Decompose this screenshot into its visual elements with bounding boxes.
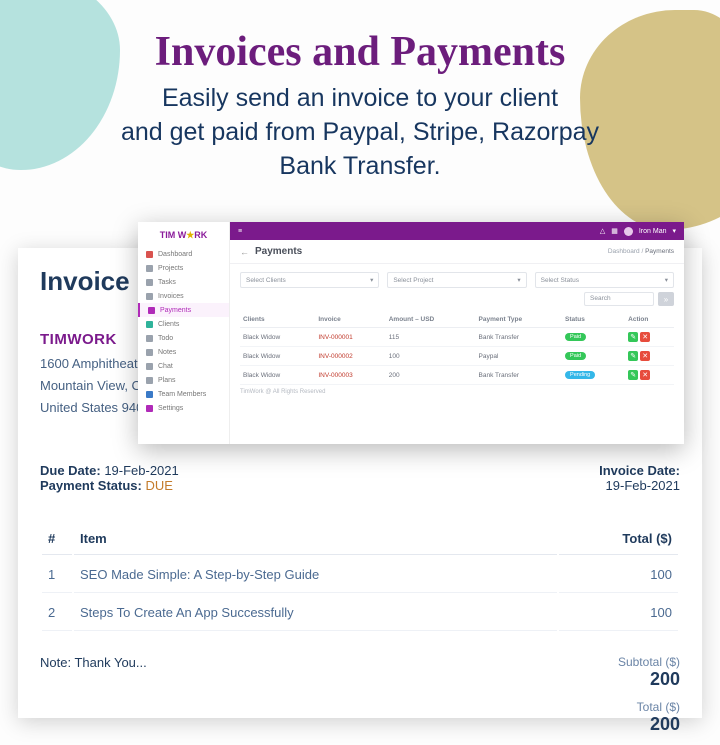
hero-subtitle: Easily send an invoice to your client an… [0, 82, 720, 183]
delete-button[interactable]: ✕ [640, 332, 650, 342]
status-badge: Pending [565, 371, 595, 379]
sidebar-item-tasks[interactable]: Tasks [138, 275, 229, 289]
status-badge: Paid [565, 352, 586, 360]
chevron-down-icon: ▾ [517, 276, 520, 284]
sidebar-item-notes[interactable]: Notes [138, 345, 229, 359]
avatar[interactable] [624, 227, 633, 236]
sidebar-item-chat[interactable]: Chat [138, 359, 229, 373]
breadcrumb: Dashboard / Payments [608, 248, 674, 255]
back-button[interactable]: ← [240, 247, 249, 257]
invoice-totals: Subtotal ($) 200 Total ($) 200 [618, 655, 680, 745]
menu-icon[interactable]: ≡ [238, 228, 242, 235]
sidebar-item-team[interactable]: Team Members [138, 387, 229, 401]
dashboard-window: TIM W★RK Dashboard Projects Tasks Invoic… [138, 222, 684, 444]
invoice-link[interactable]: INV-000002 [315, 347, 385, 366]
sidebar-item-invoices[interactable]: Invoices [138, 289, 229, 303]
table-row: 2Steps To Create An App Successfully100 [42, 595, 678, 631]
delete-button[interactable]: ✕ [640, 370, 650, 380]
page-title: Payments [255, 246, 302, 257]
edit-button[interactable]: ✎ [628, 351, 638, 361]
invoice-note: Note: Thank You... [40, 655, 147, 745]
col-action[interactable]: Action [625, 312, 674, 328]
col-type[interactable]: Payment Type [476, 312, 562, 328]
payments-table: Clients Invoice Amount – USD Payment Typ… [240, 312, 674, 385]
sidebar: TIM W★RK Dashboard Projects Tasks Invoic… [138, 222, 230, 444]
bell-icon[interactable]: △ [600, 227, 605, 235]
edit-button[interactable]: ✎ [628, 370, 638, 380]
invoice-link[interactable]: INV-000003 [315, 366, 385, 385]
user-name[interactable]: Iron Man [639, 228, 667, 235]
grid-icon[interactable]: ▦ [611, 227, 618, 235]
footer: TimWork @ All Rights Reserved [230, 385, 684, 399]
col-clients[interactable]: Clients [240, 312, 315, 328]
chevron-down-icon: ▾ [370, 276, 373, 284]
col-amount[interactable]: Amount – USD [386, 312, 476, 328]
search-input[interactable]: Search [584, 292, 654, 306]
logo: TIM W★RK [138, 228, 229, 247]
table-row: Black WidowINV-000002100PaypalPaid✎✕ [240, 347, 674, 366]
sidebar-item-clients[interactable]: Clients [138, 317, 229, 331]
status-badge: Paid [565, 333, 586, 341]
col-status[interactable]: Status [562, 312, 625, 328]
sidebar-menu: Dashboard Projects Tasks Invoices Paymen… [138, 247, 229, 415]
search-button[interactable]: » [658, 292, 674, 306]
sidebar-item-settings[interactable]: Settings [138, 401, 229, 415]
hero-title: Invoices and Payments [0, 0, 720, 76]
invoice-date: Invoice Date:19-Feb-2021 [599, 463, 680, 493]
edit-button[interactable]: ✎ [628, 332, 638, 342]
sidebar-item-plans[interactable]: Plans [138, 373, 229, 387]
col-invoice[interactable]: Invoice [315, 312, 385, 328]
invoice-heading: Invoice [40, 266, 130, 297]
select-clients[interactable]: Select Clients▾ [240, 272, 379, 288]
topbar: ≡ △ ▦ Iron Man ▾ [230, 222, 684, 240]
table-row: Black WidowINV-000001115Bank TransferPai… [240, 328, 674, 347]
delete-button[interactable]: ✕ [640, 351, 650, 361]
invoice-link[interactable]: INV-000001 [315, 328, 385, 347]
select-status[interactable]: Select Status▾ [535, 272, 674, 288]
table-row: 1SEO Made Simple: A Step-by-Step Guide10… [42, 557, 678, 593]
sidebar-item-dashboard[interactable]: Dashboard [138, 247, 229, 261]
sidebar-item-projects[interactable]: Projects [138, 261, 229, 275]
chevron-down-icon[interactable]: ▾ [672, 227, 676, 235]
sidebar-item-todo[interactable]: Todo [138, 331, 229, 345]
sidebar-item-payments[interactable]: Payments [138, 303, 229, 317]
chevron-down-icon: ▾ [665, 276, 668, 284]
due-date: Due Date: 19-Feb-2021Payment Status: DUE [40, 463, 179, 493]
invoice-items-table: # Item Total ($) 1SEO Made Simple: A Ste… [40, 521, 680, 633]
select-project[interactable]: Select Project▾ [387, 272, 526, 288]
table-row: Black WidowINV-000003200Bank TransferPen… [240, 366, 674, 385]
